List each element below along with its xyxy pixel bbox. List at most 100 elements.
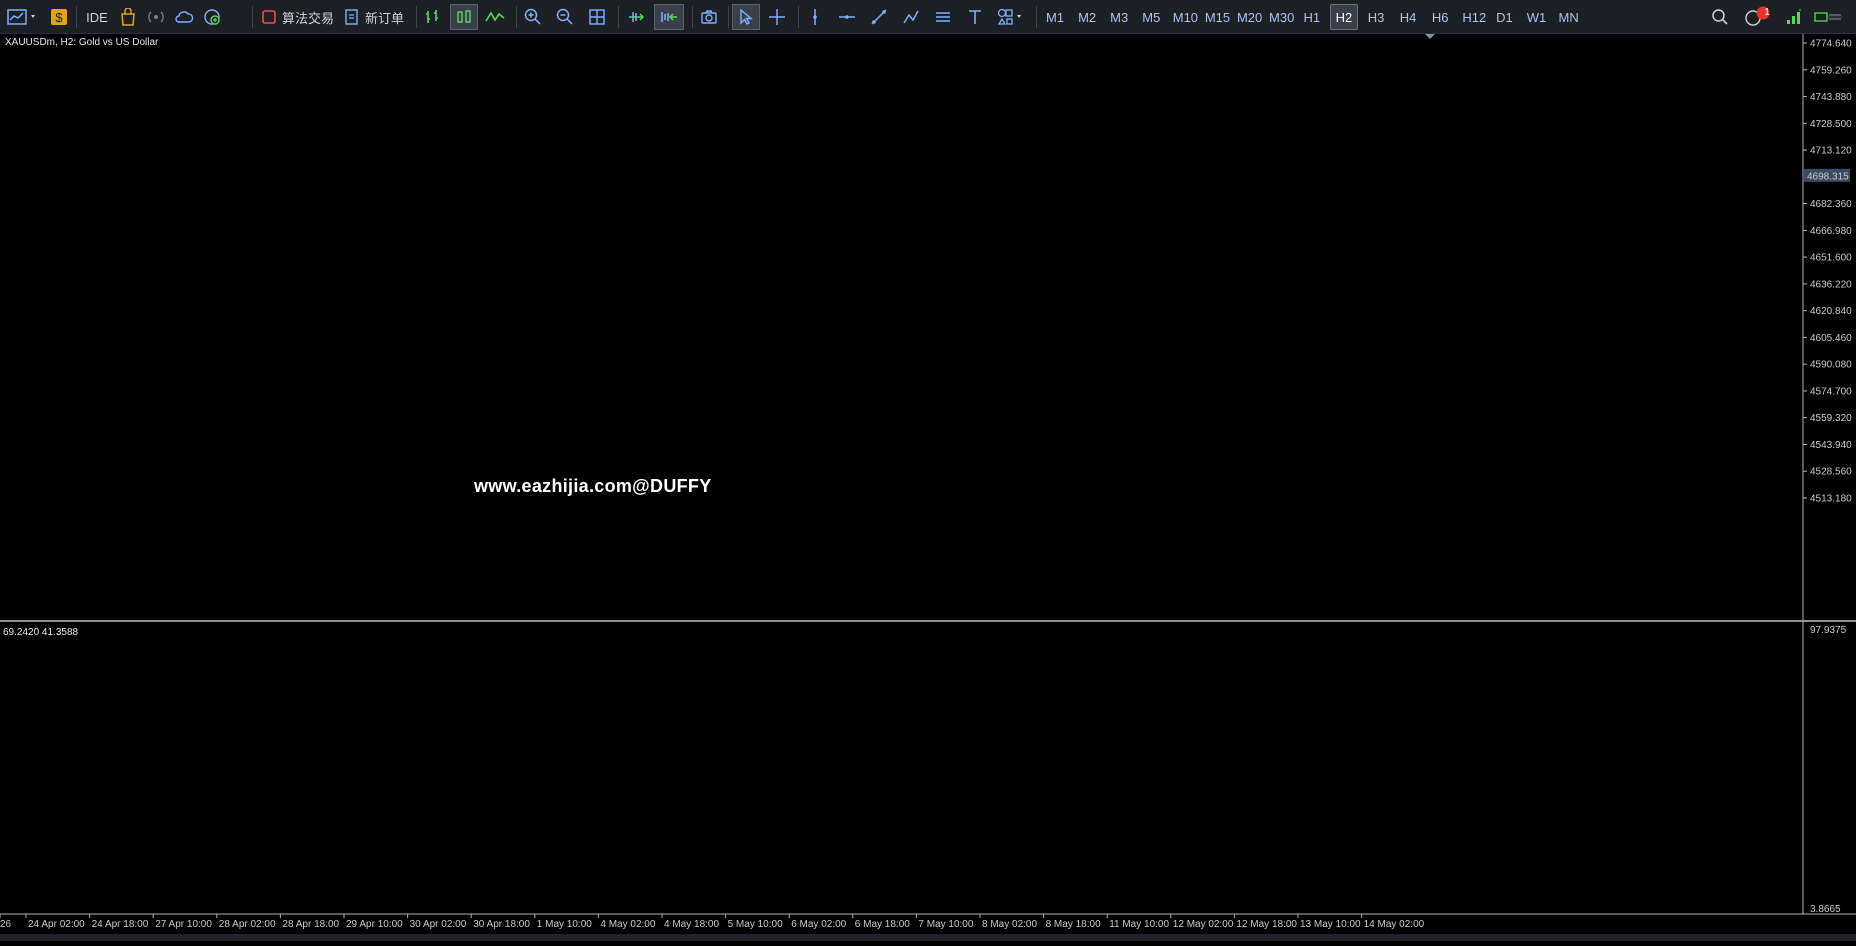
- chart-axes: 4774.6404759.2604743.8804728.5004713.120…: [0, 34, 1856, 941]
- timeframe-h2[interactable]: H2: [1330, 4, 1358, 30]
- new-order-label: 新订单: [365, 8, 404, 27]
- time-tick-label: 14 May 02:00: [1364, 919, 1425, 930]
- dollar-icon[interactable]: $: [48, 4, 70, 30]
- horizontal-line-icon[interactable]: [834, 4, 860, 30]
- time-tick-label: 27 Apr 10:00: [155, 919, 212, 930]
- timeframe-m3[interactable]: M3: [1105, 4, 1133, 30]
- time-tick-label: 24 Apr 02:00: [28, 919, 85, 930]
- timeframe-h1[interactable]: H1: [1298, 4, 1326, 30]
- crosshair-icon[interactable]: [764, 4, 790, 30]
- time-tick-label: 26: [0, 919, 12, 930]
- line-chart-icon[interactable]: [482, 4, 508, 30]
- price-tick-label: 4574.700: [1810, 386, 1852, 397]
- price-tick-label: 4513.180: [1810, 494, 1852, 505]
- time-tick-label: 8 May 02:00: [982, 919, 1037, 930]
- time-tick-label: 13 May 10:00: [1300, 919, 1361, 930]
- new-order-icon: [345, 9, 359, 25]
- time-tick-label: 7 May 10:00: [918, 919, 973, 930]
- price-tick-label: 4713.120: [1810, 146, 1852, 157]
- algo-trading-button[interactable]: 算法交易: [258, 4, 334, 30]
- trendline-icon[interactable]: [866, 4, 892, 30]
- price-tick-label: 4666.980: [1810, 226, 1852, 237]
- timeframe-m30[interactable]: M30: [1266, 4, 1298, 30]
- zoom-out-icon[interactable]: [552, 4, 578, 30]
- vps-globe-icon[interactable]: [200, 4, 224, 30]
- signal-icon[interactable]: [144, 4, 168, 30]
- candlestick-icon[interactable]: [450, 4, 478, 30]
- algo-trading-label: 算法交易: [282, 8, 334, 27]
- timeframe-m15[interactable]: M15: [1202, 4, 1234, 30]
- timeframe-w1[interactable]: W1: [1523, 4, 1551, 30]
- time-tick-label: 29 Apr 10:00: [346, 919, 403, 930]
- shapes-menu-icon[interactable]: [994, 4, 1028, 30]
- watermark: www.eazhijia.com@DUFFY: [474, 476, 712, 497]
- indicator-min-label: 3.8665: [1810, 904, 1841, 915]
- time-tick-label: 11 May 10:00: [1109, 919, 1169, 930]
- time-tick-label: 28 Apr 18:00: [282, 919, 339, 930]
- text-tool-icon[interactable]: [962, 4, 988, 30]
- vertical-line-icon[interactable]: [802, 4, 828, 30]
- time-tick-label: 6 May 02:00: [791, 919, 846, 930]
- search-icon[interactable]: [1708, 4, 1732, 30]
- new-chart-menu-button[interactable]: [4, 4, 42, 30]
- time-tick-label: 12 May 02:00: [1173, 919, 1234, 930]
- time-tick-label: 6 May 18:00: [855, 919, 910, 930]
- notifications-icon[interactable]: 1: [1740, 4, 1776, 30]
- current-price-label: 4698.315: [1807, 171, 1849, 182]
- price-tick-label: 4759.260: [1810, 65, 1852, 76]
- indicator-header: 69.2420 41.3588: [3, 627, 78, 638]
- connection-status-icon: [1810, 4, 1850, 30]
- timeframe-m5[interactable]: M5: [1137, 4, 1165, 30]
- timeframe-d1[interactable]: D1: [1490, 4, 1518, 30]
- price-tick-label: 4528.560: [1810, 467, 1852, 478]
- price-tick-label: 4728.500: [1810, 119, 1852, 130]
- chart-window[interactable]: 做空做多做空做多做空 平平多多平平 4774.6404759.2604743.8…: [0, 34, 1856, 941]
- timeframe-h6[interactable]: H6: [1426, 4, 1454, 30]
- cursor-icon[interactable]: [732, 4, 760, 30]
- new-order-button[interactable]: 新订单: [342, 4, 408, 30]
- time-tick-label: 1 May 10:00: [537, 919, 592, 930]
- price-tick-label: 4605.460: [1810, 333, 1852, 344]
- ide-label: IDE: [86, 10, 108, 25]
- stop-icon: [262, 10, 276, 24]
- bar-chart-icon[interactable]: [420, 4, 446, 30]
- time-tick-label: 30 Apr 02:00: [410, 919, 467, 930]
- time-tick-label: 4 May 02:00: [600, 919, 655, 930]
- tile-windows-icon[interactable]: [584, 4, 610, 30]
- time-tick-label: 24 Apr 18:00: [92, 919, 149, 930]
- timeframe-m20[interactable]: M20: [1234, 4, 1266, 30]
- timeframe-h12[interactable]: H12: [1458, 4, 1490, 30]
- time-tick-label: 12 May 18:00: [1236, 919, 1297, 930]
- timeframe-m2[interactable]: M2: [1073, 4, 1101, 30]
- chart-shift-icon[interactable]: [654, 4, 684, 30]
- status-bar: [0, 934, 1856, 941]
- timeframe-m10[interactable]: M10: [1169, 4, 1201, 30]
- svg-text:$: $: [55, 10, 63, 25]
- price-tick-label: 4559.320: [1810, 413, 1852, 424]
- timeframe-h3[interactable]: H3: [1362, 4, 1390, 30]
- price-tick-label: 4590.080: [1810, 360, 1852, 371]
- price-tick-label: 4774.640: [1810, 39, 1852, 50]
- price-tick-label: 4651.600: [1810, 253, 1852, 264]
- time-tick-label: 5 May 10:00: [728, 919, 783, 930]
- price-tick-label: 4543.940: [1810, 440, 1852, 451]
- timeframe-m1[interactable]: M1: [1041, 4, 1069, 30]
- cloud-icon[interactable]: [172, 4, 196, 30]
- ide-button[interactable]: IDE: [80, 4, 114, 30]
- chart-canvas[interactable]: 做空做多做空做多做空 平平多多平平 4774.6404759.2604743.8…: [0, 34, 1856, 941]
- price-tick-label: 4682.360: [1810, 199, 1852, 210]
- timeframe-mn[interactable]: MN: [1555, 4, 1583, 30]
- price-tick-label: 4636.220: [1810, 279, 1852, 290]
- auto-scroll-icon[interactable]: [622, 4, 650, 30]
- price-tick-label: 4620.840: [1810, 306, 1852, 317]
- signal-strength-icon[interactable]: [1782, 4, 1806, 30]
- time-tick-label: 8 May 18:00: [1046, 919, 1101, 930]
- channel-icon[interactable]: [930, 4, 956, 30]
- timeframe-h4[interactable]: H4: [1394, 4, 1422, 30]
- zoom-in-icon[interactable]: [520, 4, 546, 30]
- screenshot-icon[interactable]: [696, 4, 722, 30]
- chart-header: XAUUSDm, H2: Gold vs US Dollar: [5, 37, 158, 48]
- time-tick-label: 28 Apr 02:00: [219, 919, 276, 930]
- shopping-bag-icon[interactable]: [116, 4, 140, 30]
- multi-line-icon[interactable]: [898, 4, 924, 30]
